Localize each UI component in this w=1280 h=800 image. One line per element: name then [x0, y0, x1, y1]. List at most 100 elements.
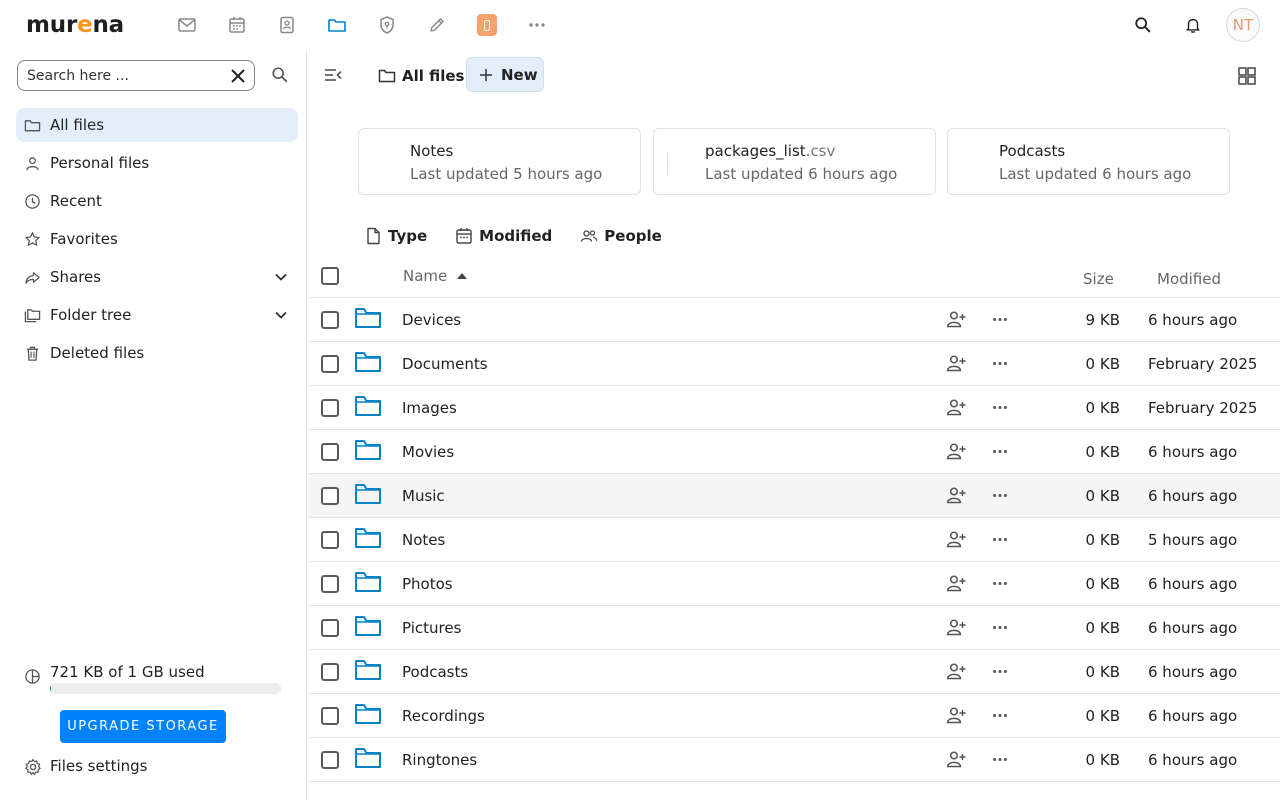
more-actions-icon[interactable] [991, 574, 1009, 592]
gear-icon [24, 758, 41, 775]
select-all-checkbox[interactable] [321, 267, 339, 285]
sidebar-item-recent[interactable]: Recent [16, 184, 298, 218]
file-name[interactable]: Recordings [402, 707, 485, 725]
more-actions-icon[interactable] [991, 618, 1009, 636]
add-share-icon[interactable] [946, 530, 966, 548]
recent-file-card[interactable]: Podcasts Last updated 6 hours ago [947, 128, 1230, 195]
files-settings-button[interactable]: Files settings [24, 757, 148, 775]
file-name[interactable]: Podcasts [402, 663, 468, 681]
filter-label: Modified [479, 227, 553, 245]
filter-type[interactable]: Type [364, 227, 427, 245]
row-checkbox[interactable] [321, 751, 339, 769]
sort-by-name[interactable]: Name [403, 267, 468, 285]
murena-logo[interactable]: murena [26, 12, 124, 38]
notes-icon[interactable] [424, 12, 450, 38]
more-actions-icon[interactable] [991, 662, 1009, 680]
sidebar-search-icon[interactable] [271, 66, 289, 84]
add-share-icon[interactable] [946, 662, 966, 680]
table-row[interactable]: Podcasts 0 KB 6 hours ago [308, 650, 1280, 694]
file-name[interactable]: Pictures [402, 619, 461, 637]
file-name[interactable]: Images [402, 399, 457, 417]
row-checkbox[interactable] [321, 399, 339, 417]
breadcrumb-all-files[interactable]: All files [378, 64, 464, 88]
sidebar-item-shares[interactable]: Shares [16, 260, 298, 294]
file-name[interactable]: Photos [402, 575, 453, 593]
sidebar-item-folder-tree[interactable]: Folder tree [16, 298, 298, 332]
phone-app-icon[interactable] [477, 14, 497, 36]
sidebar-item-deleted-files[interactable]: Deleted files [16, 336, 298, 370]
add-share-icon[interactable] [946, 310, 966, 328]
file-name[interactable]: Ringtones [402, 751, 477, 769]
row-checkbox[interactable] [321, 663, 339, 681]
notifications-bell-icon[interactable] [1180, 12, 1206, 38]
more-actions-icon[interactable] [991, 750, 1009, 768]
add-share-icon[interactable] [946, 486, 966, 504]
row-checkbox[interactable] [321, 311, 339, 329]
file-name[interactable]: Documents [402, 355, 488, 373]
table-row[interactable]: Notes 0 KB 5 hours ago [308, 518, 1280, 562]
mail-icon[interactable] [174, 12, 200, 38]
clear-search-icon[interactable] [230, 68, 246, 84]
chevron-down-icon[interactable] [274, 308, 288, 322]
add-share-icon[interactable] [946, 618, 966, 636]
sidebar-item-personal-files[interactable]: Personal files [16, 146, 298, 180]
sidebar-item-favorites[interactable]: Favorites [16, 222, 298, 256]
upgrade-storage-button[interactable]: UPGRADE STORAGE [60, 710, 226, 743]
table-row[interactable]: Documents 0 KB February 2025 [308, 342, 1280, 386]
table-row[interactable]: Music 0 KB 6 hours ago [308, 474, 1280, 518]
file-name[interactable]: Movies [402, 443, 454, 461]
column-header-size[interactable]: Size [1083, 270, 1114, 288]
add-share-icon[interactable] [946, 442, 966, 460]
sidebar-item-label: Recent [50, 192, 102, 210]
file-name[interactable]: Notes [402, 531, 445, 549]
more-actions-icon[interactable] [991, 706, 1009, 724]
files-icon[interactable] [324, 12, 350, 38]
row-checkbox[interactable] [321, 487, 339, 505]
more-actions-icon[interactable] [991, 354, 1009, 372]
row-checkbox[interactable] [321, 531, 339, 549]
table-row[interactable]: Movies 0 KB 6 hours ago [308, 430, 1280, 474]
more-actions-icon[interactable] [991, 310, 1009, 328]
user-avatar[interactable]: NT [1226, 8, 1260, 42]
file-name[interactable]: Music [402, 487, 445, 505]
passwords-icon[interactable] [374, 12, 400, 38]
recent-file-card[interactable]: Notes Last updated 5 hours ago [358, 128, 641, 195]
column-header-modified[interactable]: Modified [1157, 270, 1221, 288]
recent-file-card[interactable]: packages_list.csv Last updated 6 hours a… [653, 128, 936, 195]
more-actions-icon[interactable] [991, 530, 1009, 548]
sidebar: Search here ... All files Personal files… [0, 50, 307, 800]
table-row[interactable]: Images 0 KB February 2025 [308, 386, 1280, 430]
add-share-icon[interactable] [946, 706, 966, 724]
search-input[interactable]: Search here ... [17, 60, 255, 91]
row-checkbox[interactable] [321, 619, 339, 637]
row-checkbox[interactable] [321, 707, 339, 725]
table-row[interactable]: Devices 9 KB 6 hours ago [308, 298, 1280, 342]
calendar-icon[interactable] [224, 12, 250, 38]
search-icon[interactable] [1130, 12, 1156, 38]
add-share-icon[interactable] [946, 354, 966, 372]
table-row[interactable]: Recordings 0 KB 6 hours ago [308, 694, 1280, 738]
row-checkbox[interactable] [321, 443, 339, 461]
chevron-down-icon[interactable] [274, 270, 288, 284]
add-share-icon[interactable] [946, 574, 966, 592]
table-row[interactable]: Ringtones 0 KB 6 hours ago [308, 738, 1280, 782]
table-row[interactable]: Pictures 0 KB 6 hours ago [308, 606, 1280, 650]
row-checkbox[interactable] [321, 355, 339, 373]
contacts-icon[interactable] [274, 12, 300, 38]
sidebar-item-all-files[interactable]: All files [16, 108, 298, 142]
recent-file-time: Last updated 6 hours ago [705, 165, 898, 183]
more-actions-icon[interactable] [991, 398, 1009, 416]
filter-people[interactable]: People [580, 227, 662, 245]
more-actions-icon[interactable] [991, 486, 1009, 504]
more-apps-icon[interactable] [524, 12, 550, 38]
filter-modified[interactable]: Modified [455, 227, 552, 245]
toggle-navigation-icon[interactable] [324, 66, 342, 84]
new-button[interactable]: New [466, 57, 544, 92]
add-share-icon[interactable] [946, 750, 966, 768]
add-share-icon[interactable] [946, 398, 966, 416]
row-checkbox[interactable] [321, 575, 339, 593]
grid-view-icon[interactable] [1237, 66, 1257, 86]
table-row[interactable]: Photos 0 KB 6 hours ago [308, 562, 1280, 606]
more-actions-icon[interactable] [991, 442, 1009, 460]
file-name[interactable]: Devices [402, 311, 461, 329]
